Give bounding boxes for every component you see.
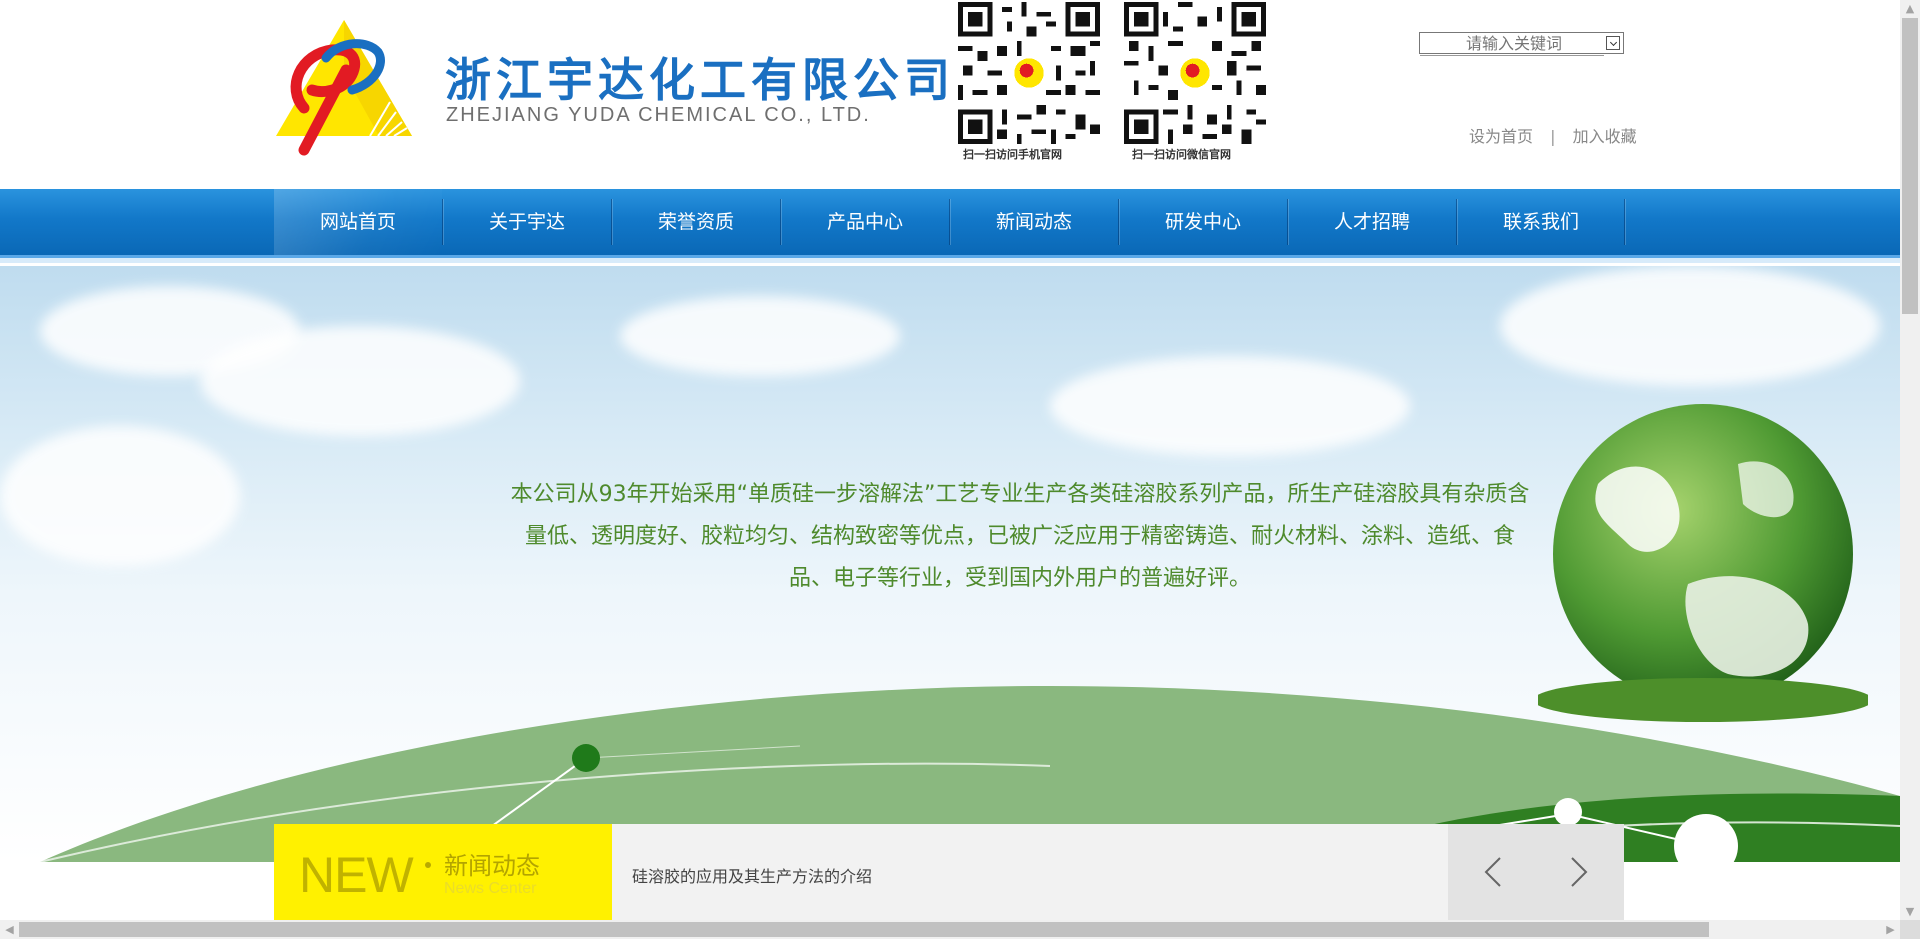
news-title-cn: 新闻动态 xyxy=(444,852,540,880)
nav-item-home[interactable]: 网站首页 xyxy=(274,189,442,255)
nav-item-about[interactable]: 关于宇达 xyxy=(443,189,611,255)
top-links: 设为首页 | 加入收藏 xyxy=(1469,123,1637,147)
triangle-down-icon[interactable]: ▼ xyxy=(1900,903,1920,920)
news-new-label: NEW xyxy=(299,847,414,903)
site-header: 浙江宇达化工有限公司 ZHEJIANG YUDA CHEMICAL CO., L… xyxy=(0,0,1900,189)
cloud-shape xyxy=(0,426,240,566)
vertical-scrollbar[interactable]: ▲ ▼ xyxy=(1900,0,1920,920)
set-home-link[interactable]: 设为首页 xyxy=(1469,127,1533,146)
add-favorite-link[interactable]: 加入收藏 xyxy=(1573,127,1637,146)
link-separator: | xyxy=(1550,127,1556,146)
cloud-shape xyxy=(1050,356,1410,456)
search-input[interactable] xyxy=(1424,34,1604,52)
hero-banner: 本公司从93年开始采用“单质硅一步溶解法”工艺专业生产各类硅溶胶系列产品，所生产… xyxy=(0,266,1900,862)
news-arrows xyxy=(1448,824,1624,920)
page: 浙江宇达化工有限公司 ZHEJIANG YUDA CHEMICAL CO., L… xyxy=(0,0,1900,920)
company-name-en: ZHEJIANG YUDA CHEMICAL CO., LTD. xyxy=(446,104,871,126)
nav-inner: 网站首页 关于宇达 荣誉资质 产品中心 新闻动态 研发中心 人才招聘 联系我们 xyxy=(274,189,1625,255)
company-logo[interactable] xyxy=(274,18,414,156)
news-dot-icon xyxy=(425,862,431,868)
nav-item-news[interactable]: 新闻动态 xyxy=(950,189,1118,255)
search-underline xyxy=(1420,55,1604,56)
nav-divider xyxy=(1624,199,1625,245)
nav-item-honors[interactable]: 荣誉资质 xyxy=(612,189,780,255)
news-ticker: NEW 新闻动态 News Center 硅溶胶的应用及其生产方法的介绍 xyxy=(274,824,1624,920)
company-name-cn: 浙江宇达化工有限公司 xyxy=(445,53,955,107)
news-title-en: News Center xyxy=(444,880,537,897)
main-nav: 网站首页 关于宇达 荣誉资质 产品中心 新闻动态 研发中心 人才招聘 联系我们 xyxy=(0,189,1900,263)
qr-code-wechat xyxy=(1124,2,1266,144)
green-globe-graphic xyxy=(1538,404,1868,722)
banner-text: 本公司从93年开始采用“单质硅一步溶解法”工艺专业生产各类硅溶胶系列产品，所生产… xyxy=(510,482,1530,591)
search-submit-icon[interactable] xyxy=(1606,36,1620,50)
nav-item-products[interactable]: 产品中心 xyxy=(781,189,949,255)
cloud-shape xyxy=(1500,266,1880,386)
triangle-up-icon[interactable]: ▲ xyxy=(1900,0,1920,17)
nav-item-contact[interactable]: 联系我们 xyxy=(1457,189,1625,255)
nav-item-rnd[interactable]: 研发中心 xyxy=(1119,189,1287,255)
chevron-right-icon[interactable] xyxy=(1560,854,1596,890)
triangle-right-icon[interactable]: ▶ xyxy=(1881,920,1900,939)
chevron-left-icon[interactable] xyxy=(1476,854,1512,890)
cloud-shape xyxy=(200,326,520,436)
vertical-scroll-thumb[interactable] xyxy=(1902,18,1918,314)
qr-wechat-caption: 扫一扫访问微信官网 xyxy=(1132,148,1231,161)
nav-item-careers[interactable]: 人才招聘 xyxy=(1288,189,1456,255)
scrollbar-corner xyxy=(1900,920,1920,939)
horizontal-scroll-thumb[interactable] xyxy=(19,922,1709,937)
triangle-left-icon[interactable]: ◀ xyxy=(0,920,19,939)
search-box xyxy=(1419,32,1624,56)
news-headline-link[interactable]: 硅溶胶的应用及其生产方法的介绍 xyxy=(632,863,872,887)
qr-code-mobile xyxy=(958,2,1100,144)
qr-mobile-caption: 扫一扫访问手机官网 xyxy=(963,148,1062,161)
horizontal-scrollbar[interactable]: ◀ ▶ xyxy=(0,920,1900,939)
news-label-block: NEW 新闻动态 News Center xyxy=(274,824,612,920)
cloud-shape xyxy=(620,296,900,376)
